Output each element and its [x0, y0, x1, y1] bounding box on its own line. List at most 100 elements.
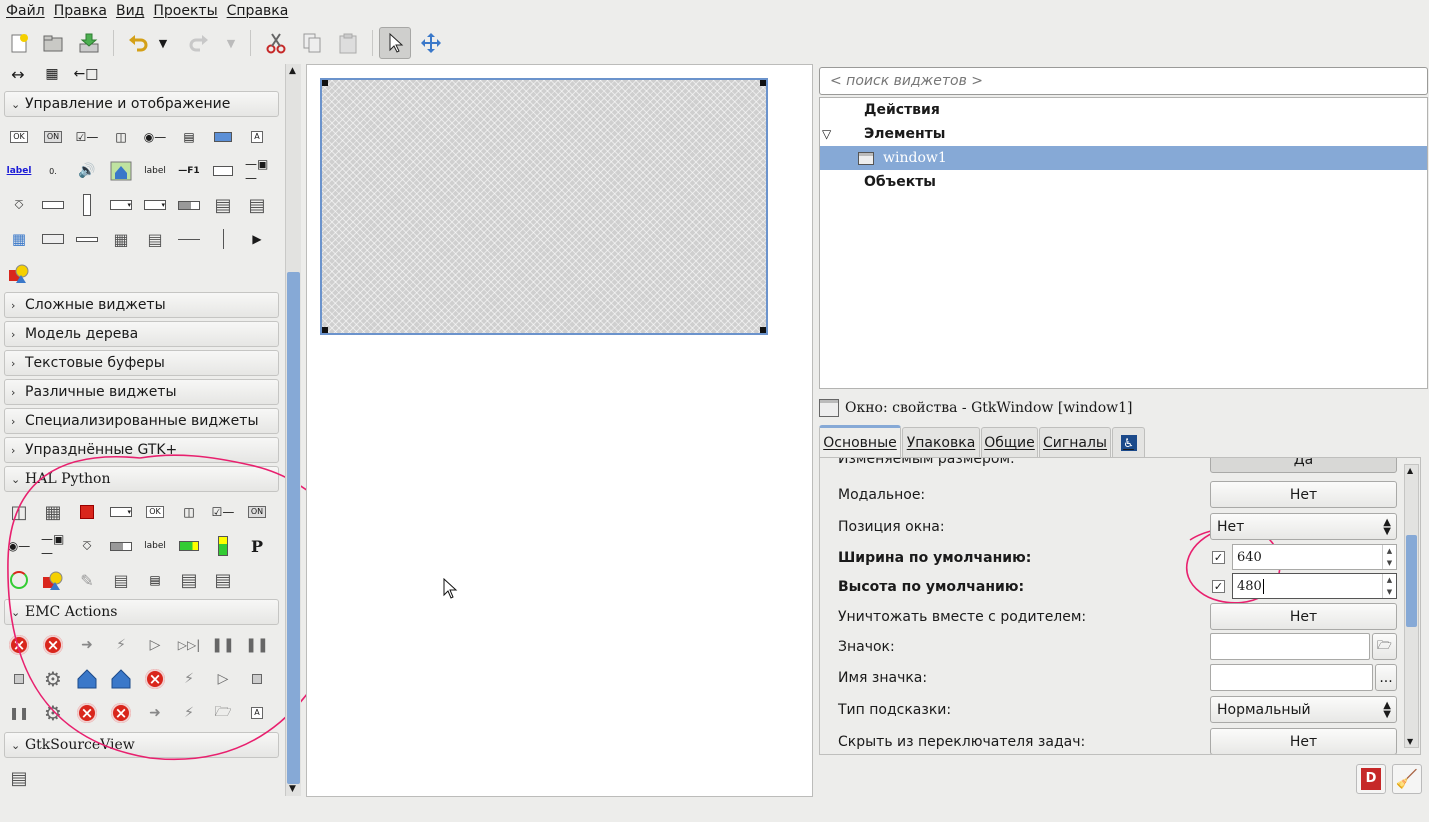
prop-width-checkbox[interactable]: ✓ — [1212, 551, 1225, 564]
progress-bar-widget-icon[interactable] — [177, 193, 201, 217]
file-chooser-widget-icon[interactable]: ▤ — [177, 125, 201, 149]
color-button-widget-icon[interactable] — [211, 125, 235, 149]
hseparator-widget-icon[interactable] — [75, 227, 99, 251]
prop-icon-browse-button[interactable]: 🗁 — [1372, 633, 1397, 660]
design-canvas[interactable] — [306, 64, 813, 797]
group-specialized-widgets[interactable]: › Специализированные виджеты — [4, 408, 279, 434]
prop-height-checkbox[interactable]: ✓ — [1212, 580, 1225, 593]
statusbar-widget-icon[interactable] — [41, 227, 65, 251]
spin-arrows-icon[interactable]: ▲ ▼ — [1382, 545, 1396, 569]
tree-row-objects[interactable]: Объекты — [820, 170, 1427, 194]
font-button-widget-icon[interactable]: A — [245, 125, 269, 149]
prop-width-spin[interactable]: 640 ▲ ▼ — [1232, 544, 1397, 570]
calendar-widget-icon[interactable]: ▦ — [109, 227, 133, 251]
tab-accessibility[interactable]: ♿ — [1112, 427, 1145, 457]
prop-resizable-toggle[interactable]: Да — [1210, 458, 1397, 473]
combo-box-widget-icon[interactable]: ▾ — [109, 193, 133, 217]
properties-panel: Изменяемым размером: Да Модальное: Нет П… — [819, 457, 1421, 755]
hscrollbar-widget-icon[interactable] — [41, 193, 65, 217]
image-widget-icon[interactable] — [109, 159, 133, 183]
paste-button[interactable] — [332, 27, 364, 59]
radio-button-widget-icon[interactable]: ◉— — [143, 125, 167, 149]
spin-arrows-icon[interactable]: ▲ ▼ — [1382, 574, 1396, 598]
icon-view-widget-icon[interactable]: ▦ — [7, 227, 31, 251]
undo-button[interactable] — [122, 27, 154, 59]
group-misc-widgets[interactable]: › Различные виджеты — [4, 379, 279, 405]
toggle-button-widget-icon[interactable]: ON — [41, 125, 65, 149]
chevron-down-icon: ⌄ — [11, 97, 21, 111]
move-icon — [421, 33, 441, 53]
hbox-icon[interactable]: ↔ — [6, 64, 30, 86]
cut-button[interactable] — [260, 27, 292, 59]
undo-menu-button[interactable]: ▼ — [153, 27, 173, 59]
tab-general[interactable]: Основные — [819, 425, 901, 458]
menu-help[interactable]: Справка — [227, 3, 298, 19]
scrollbar-thumb[interactable] — [1406, 535, 1417, 627]
tree-row-window1[interactable]: window1 — [820, 146, 1427, 170]
tab-signals[interactable]: Сигналы — [1039, 427, 1111, 457]
window1-preview[interactable] — [320, 78, 768, 335]
volume-button-widget-icon[interactable]: 🔊 — [75, 159, 99, 183]
widget-search-input[interactable]: < поиск виджетов > — [819, 67, 1428, 95]
menu-file[interactable]: Файл — [6, 3, 54, 19]
tree-row-elements[interactable]: ▽ Элементы — [820, 122, 1427, 146]
redo-button[interactable] — [183, 27, 215, 59]
tab-common[interactable]: Общие — [981, 427, 1038, 457]
save-button[interactable] — [73, 27, 105, 59]
devhelp-button[interactable]: D — [1356, 764, 1386, 794]
arrow-left-icon[interactable]: ←□ — [74, 64, 99, 86]
prop-icon-entry[interactable] — [1210, 633, 1370, 660]
tab-packing[interactable]: Упаковка — [902, 427, 980, 457]
hscale-widget-icon[interactable]: —▣— — [245, 157, 269, 185]
scale-button-widget-icon[interactable]: 0. — [41, 159, 65, 183]
arrow-widget-icon[interactable]: ▶ — [245, 227, 269, 251]
drawing-area-widget-icon[interactable] — [7, 261, 31, 285]
prop-position-combo[interactable]: Нет ▲ ▼ — [1210, 513, 1397, 540]
prop-icon-name-ellipsis-button[interactable]: ... — [1375, 664, 1397, 691]
group-text-buffers[interactable]: › Текстовые буферы — [4, 350, 279, 376]
combo-arrows-icon: ▲ ▼ — [1383, 700, 1391, 720]
prop-destroy-toggle[interactable]: Нет — [1210, 603, 1397, 630]
expander-open-icon[interactable]: ▽ — [822, 127, 864, 141]
link-button-widget-icon[interactable]: label — [7, 159, 32, 183]
new-project-button[interactable] — [3, 27, 35, 59]
vertical-line-icon[interactable] — [211, 227, 235, 251]
prop-height-spin[interactable]: 480 ▲ ▼ — [1232, 573, 1397, 599]
ruler-widget-icon[interactable]: ▤ — [143, 227, 167, 251]
properties-scrollbar[interactable]: ▲ ▼ — [1404, 464, 1419, 748]
spin-button-widget-icon[interactable]: ◫ — [109, 125, 133, 149]
chevron-right-icon: › — [11, 414, 16, 428]
copy-button[interactable] — [296, 27, 328, 59]
clear-button[interactable]: 🧹 — [1392, 764, 1422, 794]
chevron-right-icon: › — [11, 356, 16, 370]
tree-view-widget-icon[interactable]: ▤ — [245, 193, 269, 217]
prop-modal-toggle[interactable]: Нет — [1210, 481, 1397, 508]
button-widget-icon[interactable]: OK — [7, 125, 31, 149]
menu-view[interactable]: Вид — [116, 3, 153, 19]
text-view-widget-icon[interactable]: ▤ — [211, 193, 235, 217]
group-control-display[interactable]: ⌄ Управление и отображение — [4, 91, 279, 117]
scrollbar-thumb[interactable] — [287, 272, 300, 784]
prop-hint-combo[interactable]: Нормальный ▲ ▼ — [1210, 696, 1397, 723]
vscale-widget-icon[interactable]: ⎏ — [7, 193, 31, 217]
combo-entry-widget-icon[interactable]: ▾ — [143, 193, 167, 217]
tree-row-actions[interactable]: Действия — [820, 98, 1427, 122]
label-widget-icon[interactable]: label — [143, 159, 167, 183]
entry-widget-icon[interactable] — [211, 159, 235, 183]
grid-icon[interactable]: ▦ — [40, 64, 64, 86]
open-button[interactable] — [37, 27, 69, 59]
group-tree-model[interactable]: › Модель дерева — [4, 321, 279, 347]
check-button-widget-icon[interactable]: ☑— — [75, 125, 99, 149]
menu-projects[interactable]: Проекты — [153, 3, 226, 19]
horizontal-line-icon[interactable] — [177, 227, 201, 251]
prop-icon-name-entry[interactable] — [1210, 664, 1373, 691]
vscrollbar-widget-icon[interactable] — [75, 193, 99, 217]
select-mode-button[interactable] — [379, 27, 411, 59]
group-composite-widgets[interactable]: › Сложные виджеты — [4, 292, 279, 318]
palette-scrollbar[interactable]: ▲ ▼ — [285, 64, 301, 796]
redo-menu-button[interactable]: ▼ — [221, 27, 241, 59]
accel-label-widget-icon[interactable]: —F1 — [177, 159, 201, 183]
menu-edit[interactable]: Правка — [54, 3, 116, 19]
drag-resize-mode-button[interactable] — [415, 27, 447, 59]
prop-skip-taskbar-toggle[interactable]: Нет — [1210, 728, 1397, 754]
